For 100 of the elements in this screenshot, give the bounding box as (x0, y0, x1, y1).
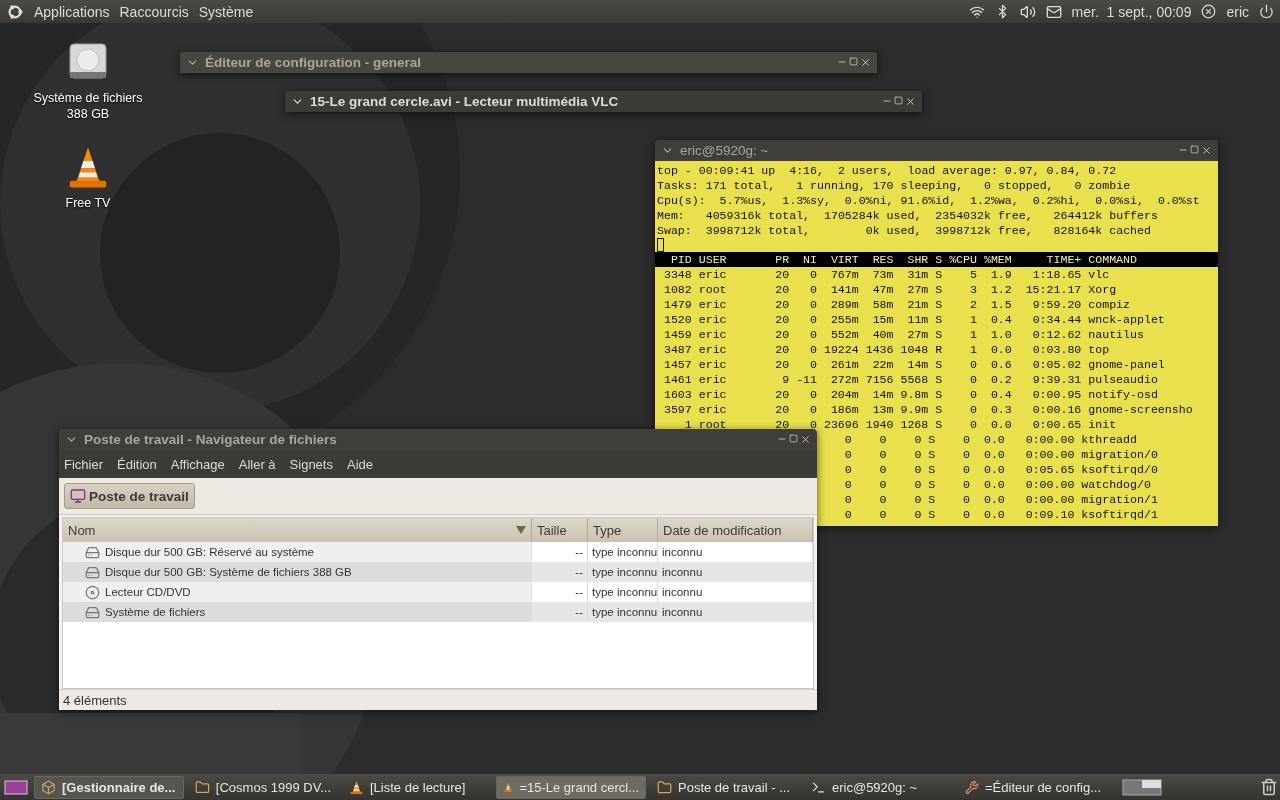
process-field: eric (691, 312, 762, 327)
file-row[interactable]: Disque dur 500 GB: Système de fichiers 388 GB -- type inconnu inconnu (63, 562, 813, 582)
taskbar-button[interactable]: [Liste de lecture] (342, 775, 492, 799)
process-field: eric (691, 372, 762, 387)
process-field: 0 (942, 357, 977, 372)
volume-icon[interactable] (1019, 3, 1036, 20)
process-field: kthreadd (1074, 432, 1193, 447)
ubuntu-logo-icon[interactable] (6, 2, 24, 21)
process-field: 0.0 (970, 432, 1005, 447)
panel-menu[interactable]: Raccourcis (119, 3, 189, 20)
process-field: 14m (893, 357, 929, 372)
process-field: 1082 (657, 282, 692, 297)
process-field: 0 (810, 477, 852, 492)
clock[interactable]: mer. 1 sept., 00:09 (1071, 3, 1192, 20)
process-field: -11 (789, 372, 817, 387)
hard-drive-icon (85, 604, 100, 620)
close-icon[interactable] (905, 96, 916, 107)
process-field: 0 (851, 447, 887, 462)
process-field: 186m (817, 402, 859, 417)
file-row[interactable]: Lecteur CD/DVD -- type inconnu inconnu (63, 582, 813, 602)
process-field: 20 (761, 282, 790, 297)
process-field: 0.4 (977, 387, 1012, 402)
process-field: 255m (817, 312, 859, 327)
process-field: 27m (893, 327, 929, 342)
trash-icon[interactable] (1260, 778, 1278, 796)
process-field: 0 (942, 417, 977, 432)
process-field: 204m (817, 387, 859, 402)
maximize-icon[interactable] (789, 434, 798, 443)
hard-drive-icon (85, 564, 100, 580)
process-field: 0:00.00 (1004, 492, 1075, 507)
title-bar[interactable]: Éditeur de configuration - general (180, 52, 877, 73)
process-field: 20 (761, 327, 790, 342)
process-field: 0.6 (977, 357, 1012, 372)
file-row[interactable]: Disque dur 500 GB: Réservé au système -- type inconnu inconnu (63, 542, 813, 562)
close-icon[interactable] (1201, 145, 1212, 156)
close-icon[interactable] (800, 434, 811, 445)
process-field: 0:12.62 (1011, 327, 1082, 342)
process-field: 0:00.95 (1011, 387, 1082, 402)
file-row[interactable]: Système de fichiers -- type inconnu inconnu (63, 602, 813, 622)
file-type: type inconnu (592, 566, 658, 578)
taskbar-button[interactable]: [Gestionnaire de... (34, 775, 184, 799)
process-field: ksoftirqd/1 (1074, 507, 1193, 522)
location-button[interactable]: Poste de travail (64, 483, 195, 509)
traffic-cone-icon (349, 779, 364, 795)
process-field: 0 (942, 372, 977, 387)
title-bar[interactable]: 15-Le grand cercle.avi - Lecteur multimédia VLC (285, 91, 922, 112)
process-field: 1479 (657, 297, 692, 312)
taskbar-button[interactable]: [Cosmos 1999 DV... (188, 775, 338, 799)
menu-item[interactable]: Signets (289, 456, 333, 472)
column-header: TIME+ (1045, 252, 1082, 267)
process-field: 0 (935, 507, 971, 522)
menu-item[interactable]: Aller à (238, 456, 276, 472)
process-field: 23696 (817, 417, 859, 432)
workspace-switcher-icon[interactable] (1122, 777, 1162, 797)
desktop-icon-label[interactable]: Système de fichiers 388 GB (28, 90, 148, 122)
maximize-icon[interactable] (849, 57, 858, 66)
process-field: root (691, 282, 762, 297)
menu-item[interactable]: Aide (346, 456, 373, 472)
taskbar-button[interactable]: Poste de travail - ... (650, 775, 800, 799)
column-header: S (934, 252, 943, 267)
process-field: ksoftirqd/0 (1074, 462, 1193, 477)
process-field: 0 (789, 282, 817, 297)
maximize-icon[interactable] (894, 96, 903, 105)
column-header: %CPU (948, 252, 977, 267)
panel-menu[interactable]: Applications (34, 3, 110, 20)
process-field: 22m (858, 357, 894, 372)
process-field: 289m (817, 297, 859, 312)
title-bar[interactable]: Poste de travail - Navigateur de fichiers (59, 429, 817, 450)
taskbar-button[interactable]: =Éditeur de config... (958, 775, 1108, 799)
process-field: 552m (817, 327, 859, 342)
process-field: 9 (761, 372, 790, 387)
user-name[interactable]: eric (1226, 3, 1249, 20)
process-field: vlc (1081, 267, 1200, 282)
power-icon[interactable] (1259, 4, 1274, 19)
process-field: migration/1 (1074, 492, 1193, 507)
process-field: 0.0 (970, 462, 1005, 477)
process-field: 3597 (657, 402, 692, 417)
process-field: 1603 (657, 387, 692, 402)
process-field: eric (691, 297, 762, 312)
text-cursor (657, 238, 664, 252)
close-icon[interactable] (860, 57, 871, 68)
taskbar-button[interactable]: eric@5920g: ~ (804, 775, 954, 799)
title-bar[interactable]: eric@5920g: ~ (655, 140, 1218, 161)
maximize-icon[interactable] (1190, 145, 1199, 154)
process-field: S (928, 297, 943, 312)
show-desktop-icon[interactable] (2, 777, 30, 797)
process-field: 1520 (657, 312, 692, 327)
process-field: S (928, 267, 943, 282)
terminal-icon (811, 779, 826, 795)
process-field: S (921, 447, 936, 462)
desktop-icon-label[interactable]: Free TV (65, 195, 111, 211)
box-icon (41, 779, 56, 795)
menu-item[interactable]: Fichier (64, 456, 103, 472)
taskbar-button[interactable]: =15-Le grand cercl... (496, 775, 646, 799)
process-field: 0 (886, 432, 922, 447)
menu-item[interactable]: Affichage (170, 456, 225, 472)
panel-menu[interactable]: Système (198, 3, 254, 20)
mail-icon[interactable] (1045, 3, 1062, 20)
process-field: R (928, 342, 943, 357)
menu-item[interactable]: Édition (117, 456, 157, 472)
